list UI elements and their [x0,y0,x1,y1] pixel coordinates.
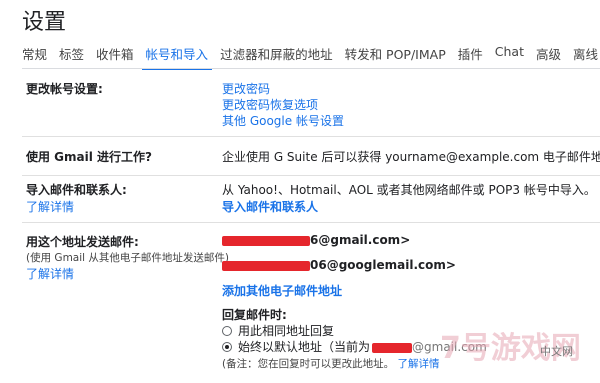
tab-forwarding-pop-imap[interactable]: 转发和 POP/IMAP [345,44,452,66]
change-account-section: 更改帐号设置: 更改密码 更改密码恢复选项 其他 Google 帐号设置 [22,70,600,137]
change-password-link[interactable]: 更改密码 [222,80,270,97]
reply-same-radio[interactable] [222,326,232,336]
tab-accounts-import[interactable]: 帐号和导入 [141,44,215,70]
send-as-email-1: 6@gmail.com> [222,233,410,247]
tab-addons[interactable]: 插件 [458,44,489,66]
work-section: 使用 Gmail 进行工作? 企业使用 G Suite 后可以获得 yourna… [22,137,600,176]
change-recovery-link[interactable]: 更改密码恢复选项 [222,96,318,113]
tab-advanced[interactable]: 高级 [536,44,567,66]
work-text: 企业使用 G Suite 后可以获得 yourname@example.com … [222,150,600,164]
tab-chat[interactable]: Chat [495,44,530,66]
tabs-divider [22,68,600,69]
tab-labels[interactable]: 标签 [59,44,90,66]
tab-offline[interactable]: 离线 [573,44,600,66]
watermark-subtext: 中文网 [540,345,573,358]
reply-note-learn-more-link[interactable]: 了解详情 [397,358,439,370]
send-as-sublabel: (使用 Gmail 从其他电子邮件地址发送邮件) [26,252,230,264]
redacted-email-prefix-2 [222,260,310,271]
tab-filters[interactable]: 过滤器和屏蔽的地址 [220,44,339,66]
import-section: 导入邮件和联系人: 了解详情 从 Yahoo!、Hotmail、AOL 或者其他… [22,176,600,223]
redacted-current-address [372,342,413,353]
google-account-settings-link[interactable]: 其他 Google 帐号设置 [222,112,344,129]
add-email-address-link[interactable]: 添加其他电子邮件地址 [222,282,342,299]
send-as-email-2: 06@googlemail.com> [222,258,456,272]
reply-note: (备注：您在回复时可以更改此地址。 了解详情 [222,356,439,371]
send-as-label: 用这个地址发送邮件: [26,235,139,249]
work-label: 使用 Gmail 进行工作? [26,150,152,164]
tab-general[interactable]: 常规 [22,44,53,66]
reply-option-same-label: 用此相同地址回复 [238,324,335,338]
import-text: 从 Yahoo!、Hotmail、AOL 或者其他网络邮件或 POP3 帐号中导… [222,183,596,197]
page-title: 设置 [22,10,67,35]
send-as-learn-more-link[interactable]: 了解详情 [26,265,74,282]
redacted-email-prefix-1 [222,235,310,246]
send-as-email-1-suffix: 6@gmail.com> [310,233,411,247]
import-label: 导入邮件和联系人: [26,183,127,197]
tab-inbox[interactable]: 收件箱 [96,44,140,66]
settings-tabs: 常规 标签 收件箱 帐号和导入 过滤器和屏蔽的地址 转发和 POP/IMAP 插… [22,44,600,70]
import-mail-contacts-link[interactable]: 导入邮件和联系人 [222,198,318,215]
change-account-label: 更改帐号设置: [26,82,103,96]
send-as-email-2-suffix: 06@googlemail.com> [310,258,456,272]
import-learn-more-link[interactable]: 了解详情 [26,198,74,215]
reply-option-same[interactable]: 用此相同地址回复 [222,322,334,339]
reply-default-radio[interactable] [222,342,232,352]
reply-note-text: (备注：您在回复时可以更改此地址。 [222,358,395,370]
reply-option-default-label: 始终以默认地址（当前为 [238,340,371,354]
reply-heading: 回复邮件时: [222,308,287,322]
